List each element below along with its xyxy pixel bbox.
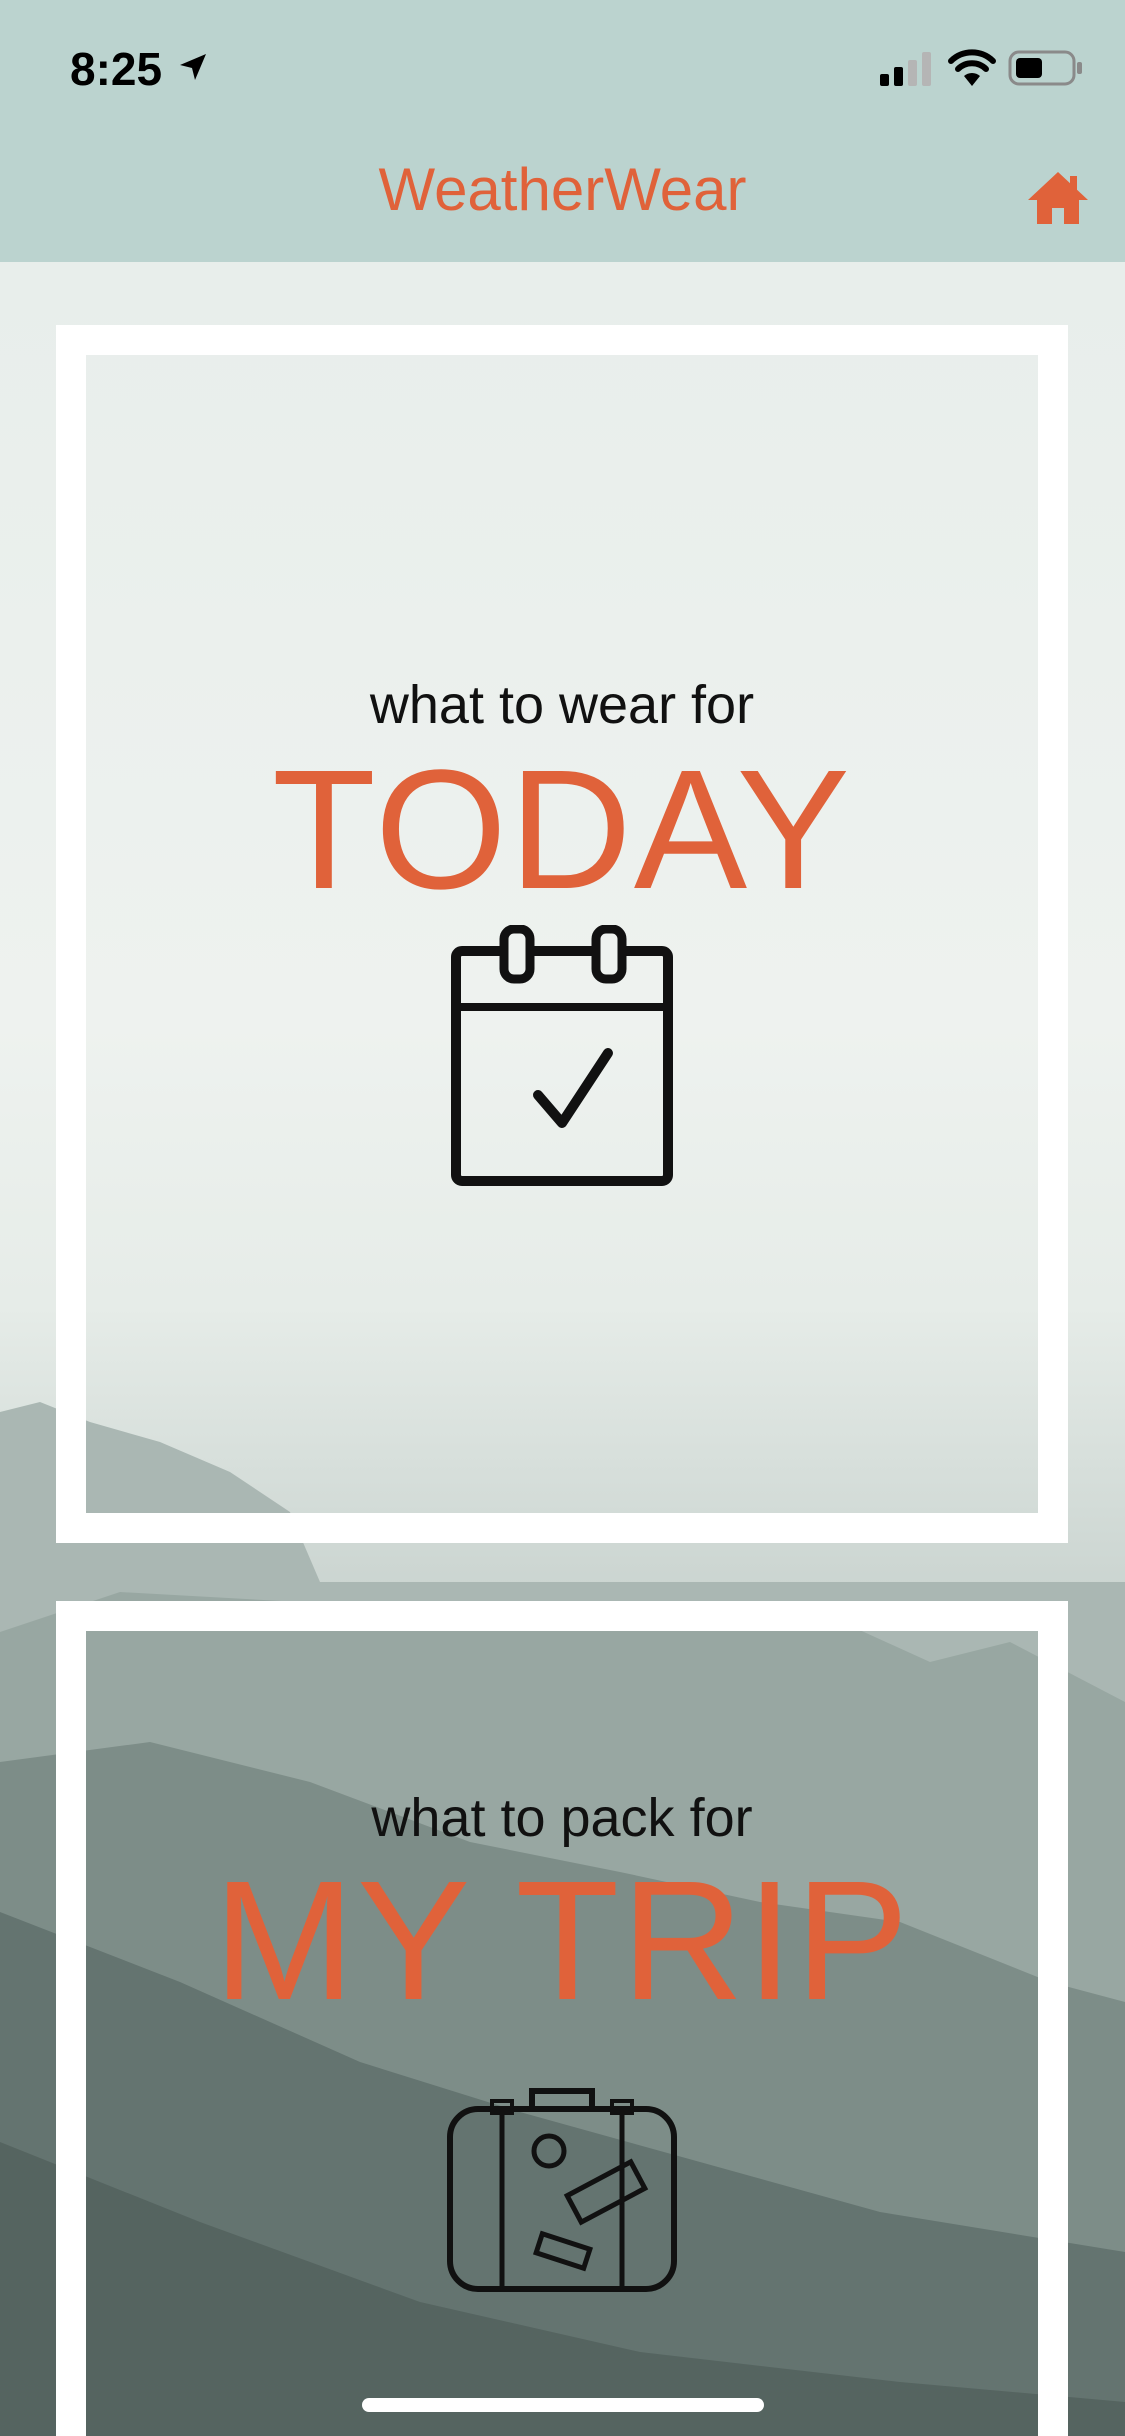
trip-card[interactable]: what to pack for MY TRIP bbox=[56, 1601, 1068, 2436]
nav-bar: WeatherWear bbox=[0, 130, 1125, 262]
calendar-check-icon bbox=[451, 925, 673, 1186]
status-bar: 8:25 bbox=[0, 0, 1125, 130]
battery-icon bbox=[1008, 50, 1082, 86]
today-kicker: what to wear for bbox=[369, 675, 755, 735]
today-headline: TODAY bbox=[272, 735, 852, 925]
app-title: WeatherWear bbox=[378, 156, 747, 223]
home-indicator[interactable] bbox=[362, 2398, 764, 2412]
trip-kicker: what to pack for bbox=[371, 1788, 753, 1848]
location-arrow-icon bbox=[180, 54, 206, 80]
trip-headline: MY TRIP bbox=[213, 1846, 911, 2036]
today-card[interactable]: what to wear for TODAY bbox=[56, 325, 1068, 1543]
home-icon[interactable] bbox=[1026, 170, 1090, 226]
status-time: 8:25 bbox=[70, 43, 163, 95]
suitcase-icon bbox=[447, 2088, 677, 2292]
cellular-signal-icon bbox=[880, 52, 931, 86]
wifi-icon bbox=[948, 49, 996, 86]
